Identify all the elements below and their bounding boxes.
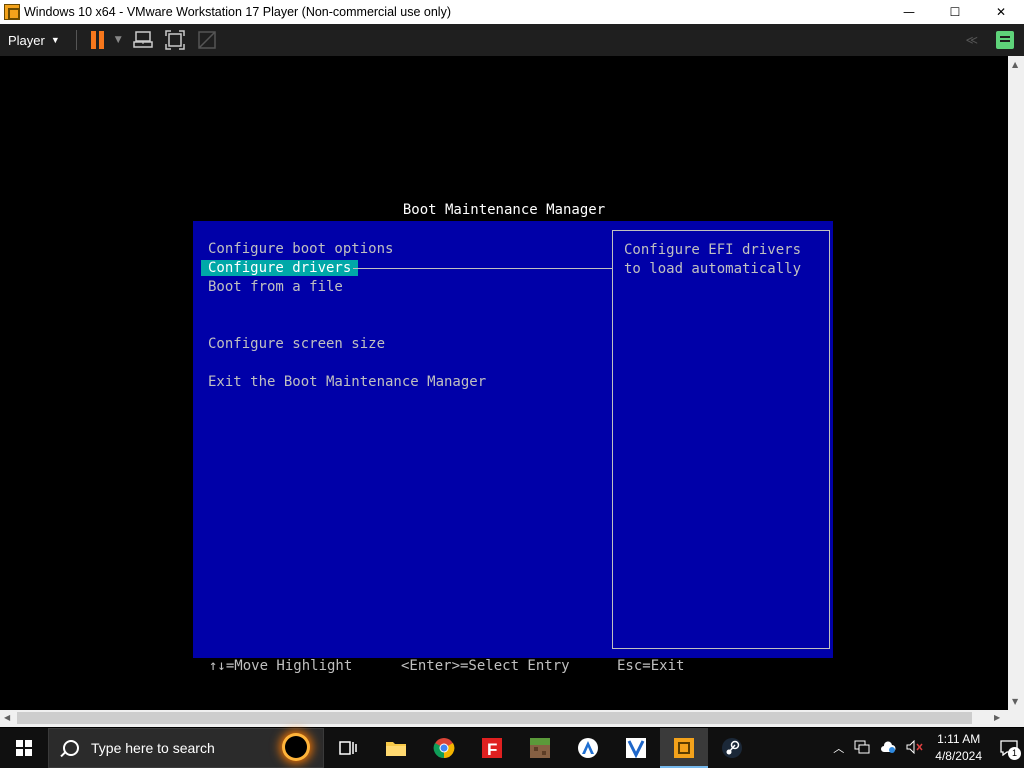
chrome-icon[interactable] <box>420 728 468 768</box>
menu-item-boot-from-file[interactable]: Boot from a file <box>208 278 608 297</box>
toolbar-divider <box>75 30 77 50</box>
taskbar: Type here to search F ︿ 1:11 AM 4/8/2024… <box>0 728 1024 768</box>
pause-icon[interactable] <box>90 31 107 49</box>
volume-muted-icon[interactable] <box>906 739 924 757</box>
horizontal-scrollbar[interactable]: ◀ ▶ <box>0 710 1024 727</box>
footer-select-hint: <Enter>=Select Entry <box>401 658 570 674</box>
help-box: Configure EFI drivers to load automatica… <box>612 230 830 649</box>
start-button[interactable] <box>0 728 48 768</box>
chevron-up-icon[interactable]: ︿ <box>833 740 844 756</box>
svg-text:F: F <box>487 740 497 759</box>
foxit-icon[interactable]: F <box>468 728 516 768</box>
search-icon <box>63 740 79 756</box>
unity-icon: ≪ <box>965 33 978 47</box>
bios-menu: Configure boot options Configure drivers… <box>201 240 608 392</box>
horizontal-scroll-thumb[interactable] <box>17 712 972 724</box>
network-icon[interactable] <box>854 740 870 757</box>
bios-title: Boot Maintenance Manager <box>402 202 606 218</box>
steam-icon[interactable] <box>708 728 756 768</box>
app-icon[interactable] <box>564 728 612 768</box>
power-options-chevron-icon[interactable]: ▼ <box>115 35 122 45</box>
vertical-scrollbar[interactable]: ▲ ▼ <box>1008 56 1024 710</box>
player-menu-button[interactable]: Player ▼ <box>0 28 68 52</box>
footer-move-hint: ↑↓=Move Highlight <box>209 658 353 674</box>
search-placeholder: Type here to search <box>91 740 215 756</box>
title-bar: Windows 10 x64 - VMware Workstation 17 P… <box>0 0 1024 24</box>
search-highlight-eclipse-icon <box>261 733 317 763</box>
menu-item-configure-boot-options[interactable]: Configure boot options <box>208 240 608 259</box>
player-menu-label: Player <box>8 32 45 48</box>
vm-display[interactable]: Boot Maintenance Manager Configure boot … <box>0 56 1008 710</box>
bios-footer: ↑↓=Move Highlight <Enter>=Select Entry E… <box>209 658 684 674</box>
vmware-player-icon[interactable] <box>660 728 708 768</box>
message-log-icon[interactable] <box>996 31 1014 49</box>
clock-time: 1:11 AM <box>937 732 981 746</box>
help-text: Configure EFI drivers to load automatica… <box>624 242 802 277</box>
scroll-down-icon[interactable]: ▼ <box>1012 697 1018 706</box>
window-title: Windows 10 x64 - VMware Workstation 17 P… <box>24 5 452 19</box>
system-tray: ︿ 1:11 AM 4/8/2024 1 <box>828 728 1024 768</box>
menu-item-configure-screen-size[interactable]: Configure screen size <box>208 335 608 354</box>
bios-panel: Configure boot options Configure drivers… <box>193 221 833 658</box>
notification-center-button[interactable]: 1 <box>994 728 1024 768</box>
windows-logo-icon <box>16 740 32 756</box>
task-view-icon[interactable] <box>324 728 372 768</box>
clock[interactable]: 1:11 AM 4/8/2024 <box>935 731 982 765</box>
player-toolbar: Player ▼ ▼ ≪ <box>0 24 1024 56</box>
chevron-down-icon: ▼ <box>50 35 60 45</box>
send-ctrl-alt-del-icon[interactable] <box>132 29 154 51</box>
fit-guest-icon[interactable] <box>164 29 186 51</box>
footer-exit-hint: Esc=Exit <box>617 658 685 674</box>
clock-date: 4/8/2024 <box>935 749 982 763</box>
notification-badge: 1 <box>1008 747 1021 760</box>
scroll-left-icon[interactable]: ◀ <box>4 713 10 722</box>
selection-connector-line <box>353 268 613 269</box>
maximize-button[interactable]: ☐ <box>932 0 978 24</box>
taskbar-search-box[interactable]: Type here to search <box>48 728 324 768</box>
menu-item-exit[interactable]: Exit the Boot Maintenance Manager <box>208 373 608 392</box>
vs-code-icon[interactable] <box>612 728 660 768</box>
minimize-button[interactable]: — <box>886 0 932 24</box>
file-explorer-icon[interactable] <box>372 728 420 768</box>
minecraft-icon[interactable] <box>516 728 564 768</box>
scroll-up-icon[interactable]: ▲ <box>1012 60 1018 69</box>
unity-mode-icon <box>196 29 218 51</box>
cloud-icon[interactable] <box>880 740 896 756</box>
close-button[interactable]: ✕ <box>978 0 1024 24</box>
scroll-right-icon[interactable]: ▶ <box>994 713 1000 722</box>
vmware-app-icon <box>4 4 20 20</box>
